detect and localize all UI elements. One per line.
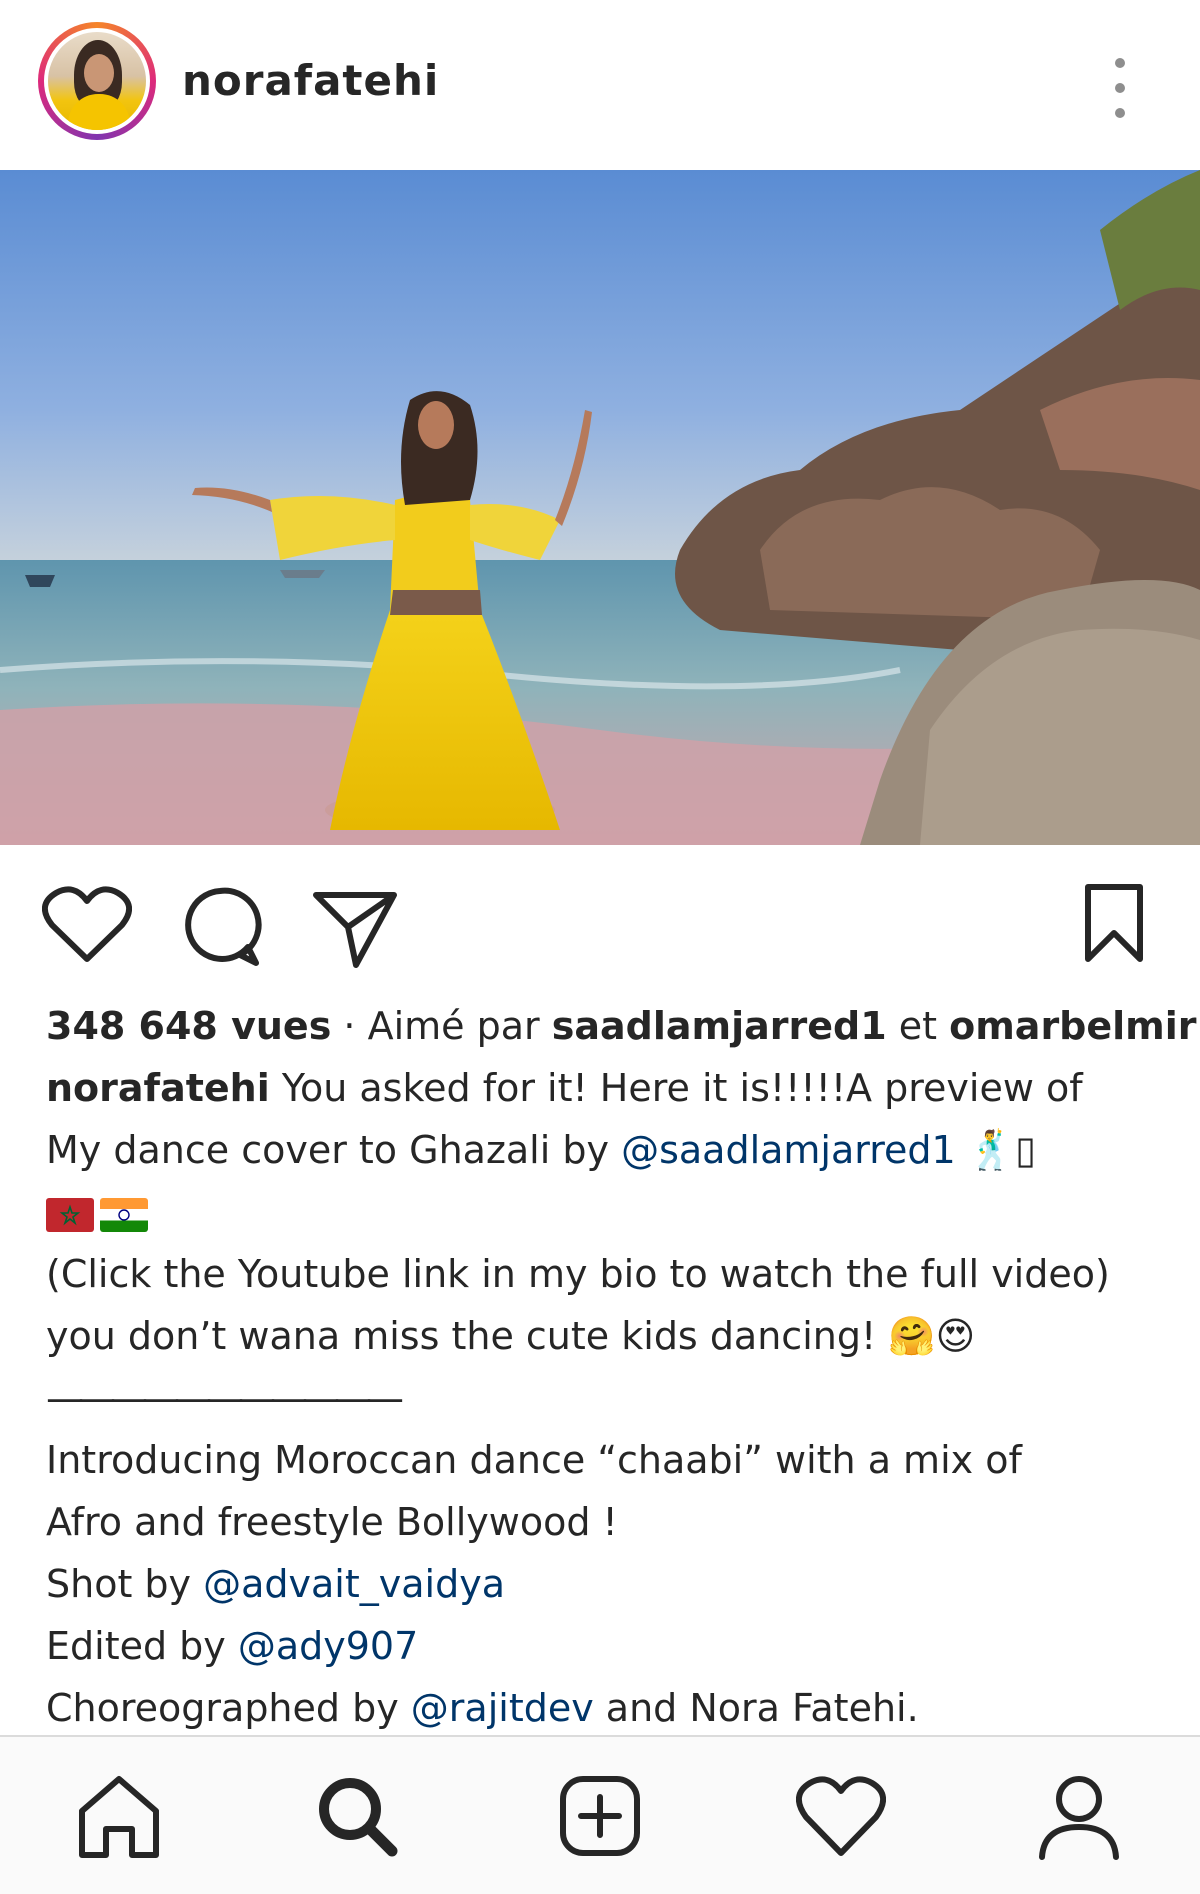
- liker-username[interactable]: omarbelmir: [949, 1004, 1196, 1048]
- more-options-icon[interactable]: [1100, 52, 1140, 124]
- post-caption: 348 648 vues · Aimé par saadlamjarred1 e…: [46, 995, 1197, 1739]
- mention-link[interactable]: @rajitdev: [411, 1686, 594, 1730]
- caption-line: (Click the Youtube link in my bio to wat…: [46, 1252, 1110, 1296]
- bottom-navigation: [0, 1735, 1200, 1894]
- post-username[interactable]: norafatehi: [182, 56, 439, 105]
- caption-line: you don’t wana miss the cute kids dancin…: [46, 1314, 976, 1358]
- stats-line: 348 648 vues · Aimé par saadlamjarred1 e…: [46, 1004, 1197, 1048]
- post-image[interactable]: [0, 170, 1200, 845]
- caption-author[interactable]: norafatehi: [46, 1066, 270, 1110]
- view-count[interactable]: 348 648 vues: [46, 1004, 331, 1048]
- morocco-flag-icon: [46, 1197, 94, 1232]
- caption-line: Choreographed by @rajitdev and Nora Fate…: [46, 1686, 919, 1730]
- post-header: norafatehi: [0, 0, 1200, 170]
- send-icon[interactable]: [310, 887, 400, 975]
- bookmark-icon[interactable]: [1082, 881, 1146, 969]
- caption-divider: ———————————: [46, 1376, 404, 1420]
- caption-line: My dance cover to Ghazali by @saadlamjar…: [46, 1128, 1037, 1172]
- caption-line: Afro and freestyle Bollywood !: [46, 1500, 618, 1544]
- avatar-image: [44, 28, 150, 134]
- caption-line: norafatehi You asked for it! Here it is!…: [46, 1066, 1083, 1110]
- heart-icon[interactable]: [42, 885, 132, 969]
- flags-line: [46, 1181, 1166, 1243]
- mention-link[interactable]: @ady907: [238, 1624, 418, 1668]
- post-actions: [0, 845, 1200, 995]
- caption-line: Shot by @advait_vaidya: [46, 1562, 505, 1606]
- india-flag-icon: [100, 1197, 148, 1232]
- mention-link[interactable]: @advait_vaidya: [203, 1562, 505, 1606]
- comment-icon[interactable]: [178, 885, 262, 973]
- liker-username[interactable]: saadlamjarred1: [552, 1004, 887, 1048]
- caption-line: Edited by @ady907: [46, 1624, 419, 1668]
- search-icon[interactable]: [312, 1771, 402, 1861]
- profile-icon[interactable]: [1034, 1771, 1124, 1861]
- beach-dancer-photo: [0, 170, 1200, 845]
- home-icon[interactable]: [74, 1771, 164, 1861]
- mention-link[interactable]: @saadlamjarred1: [621, 1128, 956, 1172]
- profile-avatar[interactable]: [38, 22, 156, 140]
- caption-line: Introducing Moroccan dance “chaabi” with…: [46, 1438, 1022, 1482]
- activity-heart-icon[interactable]: [796, 1771, 886, 1861]
- add-post-icon[interactable]: [555, 1771, 645, 1861]
